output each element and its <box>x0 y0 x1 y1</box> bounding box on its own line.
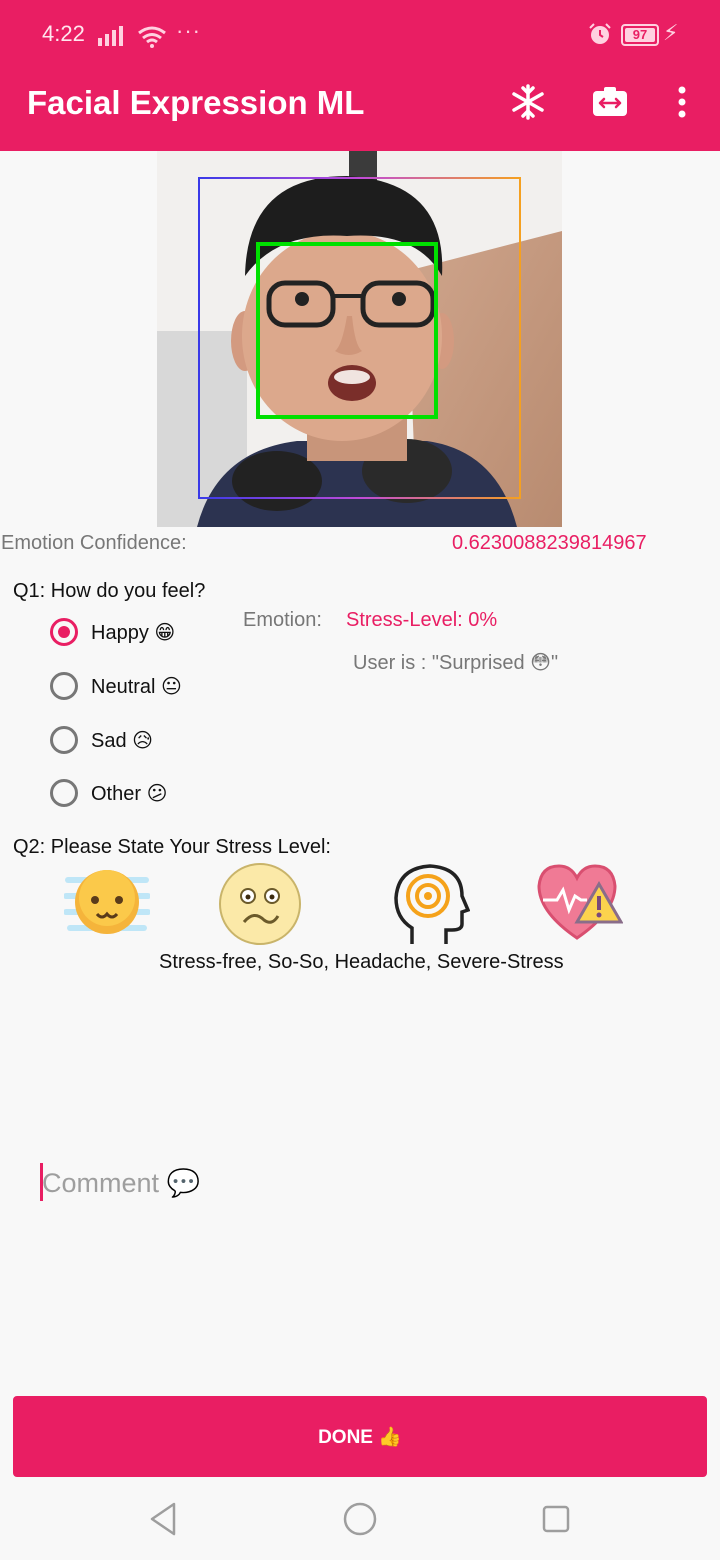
stress-level-value: Stress-Level: 0% <box>346 609 498 631</box>
status-bar: 4:22 ··· 97 ⚡ <box>0 18 720 54</box>
severe-stress-icon[interactable] <box>535 862 624 947</box>
radio-button-sad[interactable] <box>50 726 78 754</box>
overflow-dots: ··· <box>176 18 201 43</box>
radio-label-neutral: Neutral 😐 <box>91 675 182 698</box>
q2-question: Q2: Please State Your Stress Level: <box>13 836 331 858</box>
radio-button-neutral[interactable] <box>50 672 78 700</box>
done-button-label: DONE 👍 <box>318 1426 402 1448</box>
app-bar: 4:22 ··· 97 ⚡ Facial Expression ML <box>0 0 720 151</box>
camera-preview <box>157 151 562 527</box>
radio-neutral[interactable]: Neutral 😐 <box>50 668 182 704</box>
radio-happy[interactable]: Happy 😁 <box>50 614 175 650</box>
confidence-value: 0.6230088239814967 <box>452 532 647 554</box>
battery-level: 97 <box>625 28 655 42</box>
stress-free-icon[interactable] <box>63 862 151 949</box>
signal-icon <box>98 26 128 52</box>
radio-label-happy: Happy 😁 <box>91 621 176 644</box>
so-so-icon[interactable] <box>218 862 302 951</box>
app-title: Facial Expression ML <box>27 84 365 121</box>
status-time: 4:22 <box>42 21 85 46</box>
q1-question: Q1: How do you feel? <box>13 580 206 602</box>
radio-button-other[interactable] <box>50 779 78 807</box>
radio-button-happy[interactable] <box>50 618 78 646</box>
radio-other[interactable]: Other 😕 <box>50 775 167 811</box>
done-button[interactable]: DONE 👍 <box>13 1396 707 1477</box>
alarm-icon <box>588 22 612 52</box>
comment-placeholder: Comment 💬 <box>42 1168 201 1198</box>
home-nav-icon[interactable] <box>342 1500 378 1543</box>
recents-nav-icon[interactable] <box>541 1500 571 1543</box>
switch-camera-icon[interactable] <box>591 84 629 125</box>
radio-label-sad: Sad 😥 <box>91 729 153 752</box>
emotion-label: Emotion: <box>243 609 322 631</box>
stress-levels-caption: Stress-free, So-So, Headache, Severe-Str… <box>159 951 564 973</box>
face-detection-overlay <box>157 151 562 527</box>
comment-field[interactable]: Comment 💬 <box>40 1163 680 1203</box>
battery-icon: 97 <box>621 24 659 46</box>
confidence-label: Emotion Confidence: <box>1 532 187 554</box>
wifi-icon <box>137 26 167 54</box>
snowflake-icon[interactable] <box>510 84 546 125</box>
back-nav-icon[interactable] <box>148 1500 178 1543</box>
headache-icon[interactable] <box>390 862 471 953</box>
radio-sad[interactable]: Sad 😥 <box>50 722 153 758</box>
detected-emotion: User is : "Surprised 😳" <box>353 652 559 674</box>
more-vert-icon[interactable] <box>670 84 694 125</box>
radio-label-other: Other 😕 <box>91 782 168 805</box>
charging-icon: ⚡ <box>663 20 679 45</box>
